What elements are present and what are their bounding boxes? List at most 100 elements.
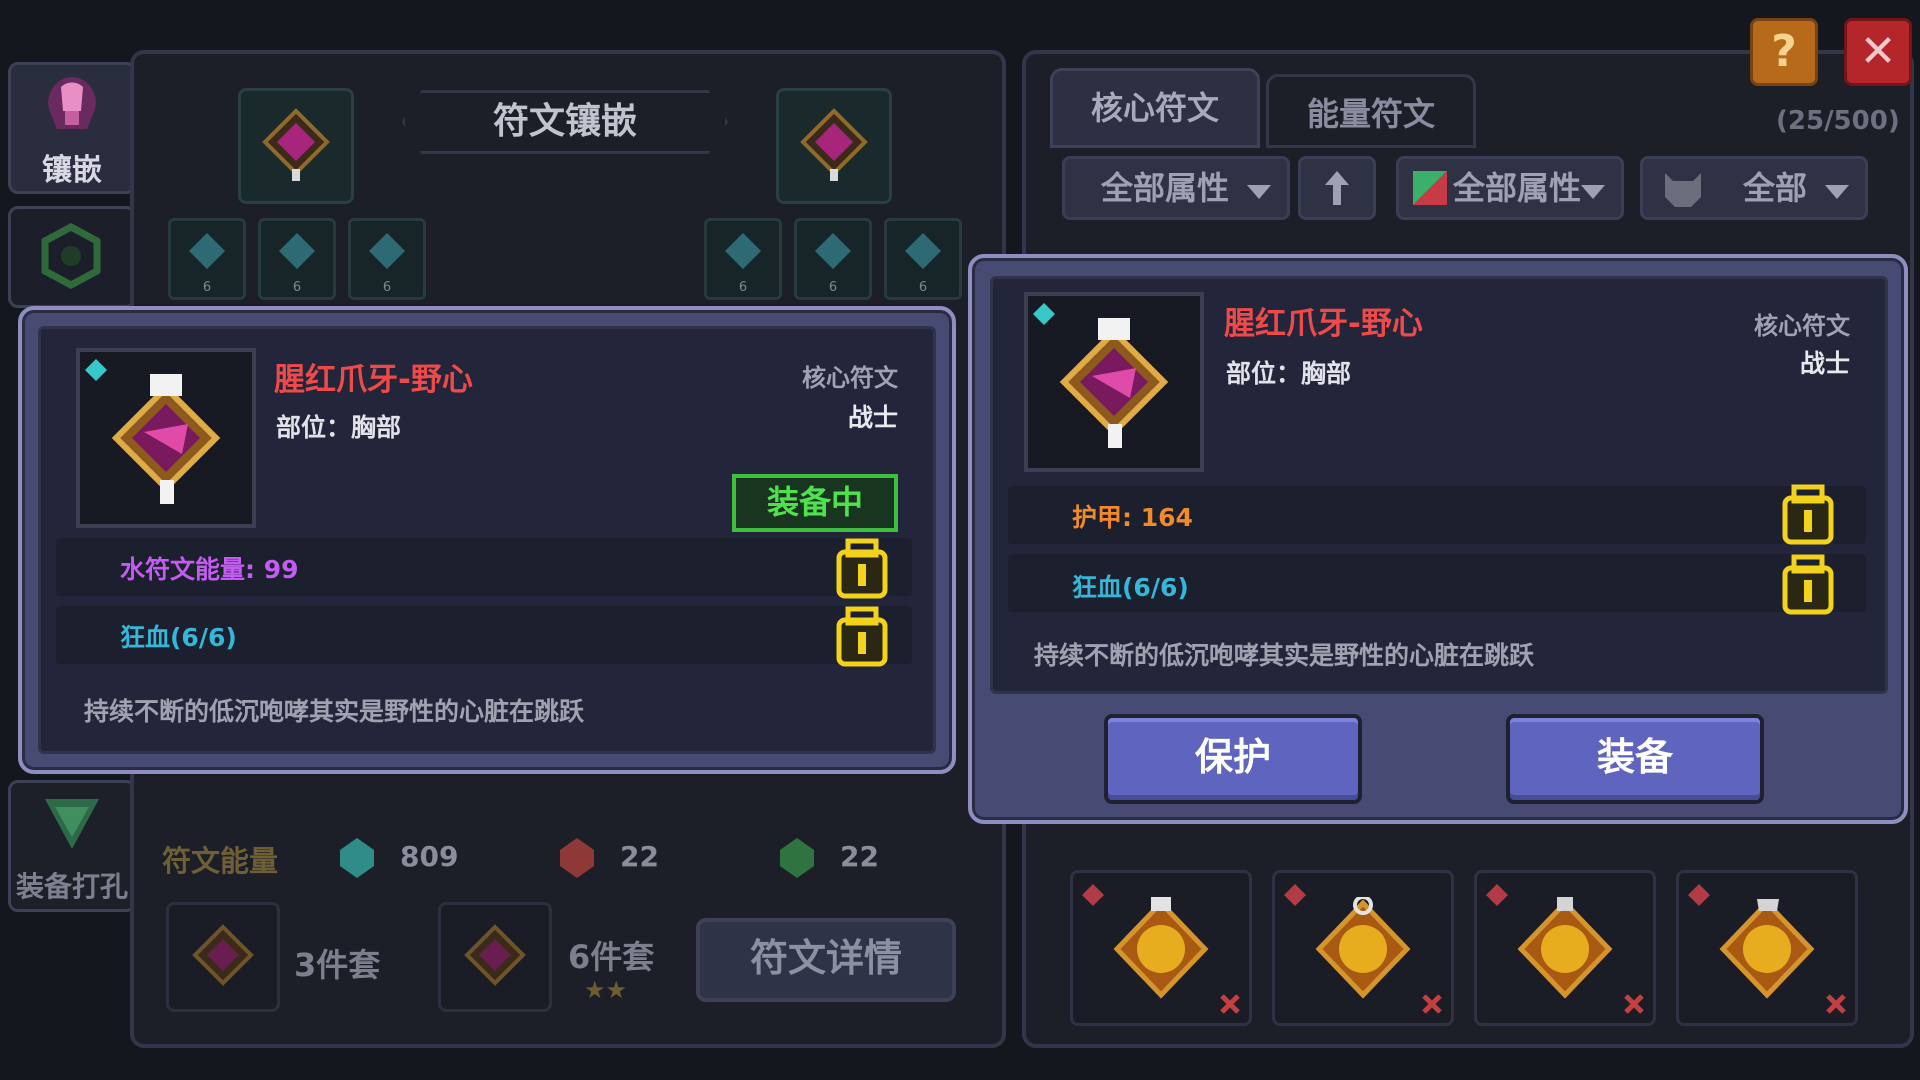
- core-rune-slot-right[interactable]: [776, 88, 892, 204]
- slot-level: 6: [292, 280, 302, 295]
- amber-rune-icon: [1517, 897, 1613, 999]
- bonus-tag-icon: [1486, 884, 1508, 906]
- chevron-down-icon: [1247, 185, 1271, 199]
- rune-type: 核心符文: [1754, 312, 1850, 340]
- remove-x-icon: [1422, 994, 1442, 1014]
- amber-rune-icon: [1719, 899, 1815, 999]
- rune-count: (25/500): [1776, 106, 1900, 136]
- up-arrow-icon: [1325, 171, 1349, 205]
- water-energy-icon: [340, 838, 374, 878]
- sidebar-tab-socket[interactable]: 装备打孔: [8, 780, 136, 912]
- filter-label: 全部: [1743, 169, 1808, 207]
- energy-rune-icon: [189, 233, 225, 269]
- rune-pot-icon: [48, 77, 96, 129]
- nature-energy-icon: [780, 838, 814, 878]
- rune-card[interactable]: [1272, 870, 1454, 1026]
- set-bonus-6-label: 6件套: [568, 938, 655, 976]
- rune-slot: 部位：胸部: [1226, 359, 1352, 388]
- class-filter-dropdown[interactable]: 全部: [1640, 156, 1868, 220]
- equipped-rune-popup: 腥红爪牙-野心 部位：胸部 核心符文 战士 装备中 水符文能量: 99 狂血(6…: [18, 306, 956, 774]
- slot-level: 6: [382, 280, 392, 295]
- fire-energy-icon: [560, 838, 594, 878]
- hex-socket-icon: [41, 223, 101, 289]
- amber-rune-icon: [1113, 897, 1209, 999]
- tab-energy-runes[interactable]: 能量符文: [1266, 74, 1476, 148]
- stat-berserk-set: 狂血(6/6): [1072, 573, 1189, 602]
- rune-gem-icon: [192, 924, 254, 986]
- energy-rune-slot[interactable]: 6: [704, 218, 782, 300]
- energy-rune-icon: [725, 233, 761, 269]
- element-filter-dropdown[interactable]: 全部属性: [1396, 156, 1624, 220]
- slot-level: 6: [828, 280, 838, 295]
- close-button[interactable]: ✕: [1844, 18, 1912, 86]
- filter-label: 全部属性: [1453, 169, 1582, 207]
- slot-level: 6: [738, 280, 748, 295]
- core-rune-slot-left[interactable]: [238, 88, 354, 204]
- rune-slot: 部位：胸部: [276, 413, 402, 442]
- stat-armor: 护甲: 164: [1072, 503, 1193, 532]
- selected-rune-popup: 腥红爪牙-野心 部位：胸部 核心符文 战士 护甲: 164 狂血(6/6) 持续…: [968, 254, 1908, 824]
- attribute-filter-dropdown[interactable]: 全部属性: [1062, 156, 1290, 220]
- rune-class: 战士: [1799, 349, 1850, 378]
- rune-card[interactable]: [1474, 870, 1656, 1026]
- lock-icon[interactable]: [1782, 484, 1834, 546]
- rune-card[interactable]: [1070, 870, 1252, 1026]
- set-bonus-6-icon[interactable]: [438, 902, 552, 1012]
- set-bonus-3-icon[interactable]: [166, 902, 280, 1012]
- helmet-icon: [1665, 173, 1701, 207]
- rune-name: 腥红爪牙-野心: [1224, 306, 1423, 342]
- crimson-fang-rune-icon: [111, 374, 221, 504]
- rune-details-button[interactable]: 符文详情: [696, 918, 956, 1002]
- energy-rune-slot[interactable]: 6: [258, 218, 336, 300]
- set-bonus-3-label: 3件套: [294, 946, 381, 984]
- sort-button[interactable]: [1298, 156, 1376, 220]
- nature-energy-value: 22: [840, 840, 879, 873]
- rune-class: 战士: [847, 403, 898, 432]
- rune-icon-frame: [76, 348, 256, 528]
- sidebar-label-socket: 装备打孔: [15, 870, 128, 903]
- slot-level: 6: [202, 280, 212, 295]
- energy-label: 符文能量: [162, 844, 279, 878]
- energy-rune-slot[interactable]: 6: [348, 218, 426, 300]
- set-bonus-6-stars: ★★: [584, 976, 628, 1004]
- energy-rune-icon: [279, 233, 315, 269]
- filter-label: 全部属性: [1101, 169, 1230, 207]
- rune-gem-icon: [464, 924, 526, 986]
- fire-energy-value: 22: [620, 840, 659, 873]
- rune-inlay-title: 符文镶嵌: [402, 90, 728, 154]
- remove-x-icon: [1220, 994, 1240, 1014]
- lock-icon[interactable]: [1782, 554, 1834, 616]
- energy-rune-slot[interactable]: 6: [884, 218, 962, 300]
- equip-button[interactable]: 装备: [1506, 714, 1764, 804]
- rune-icon-frame: [1024, 292, 1204, 472]
- rune-gem-icon: [262, 108, 330, 181]
- protect-button[interactable]: 保护: [1104, 714, 1362, 804]
- sidebar-tab-socket-tree[interactable]: [8, 206, 136, 308]
- remove-x-icon: [1826, 994, 1846, 1014]
- help-button[interactable]: ?: [1750, 18, 1818, 86]
- rune-gem-icon: [800, 108, 868, 181]
- equipped-badge: 装备中: [732, 474, 898, 532]
- energy-rune-slot[interactable]: 6: [168, 218, 246, 300]
- chevron-down-icon: [1825, 185, 1849, 199]
- energy-rune-slot[interactable]: 6: [794, 218, 872, 300]
- tab-core-runes[interactable]: 核心符文: [1050, 68, 1260, 148]
- rune-card[interactable]: [1676, 870, 1858, 1026]
- quality-gem-icon: [85, 359, 107, 381]
- crimson-fang-rune-icon: [1059, 318, 1169, 448]
- water-energy-value: 809: [400, 840, 459, 873]
- bonus-tag-icon: [1284, 884, 1306, 906]
- amber-rune-icon: [1315, 897, 1411, 999]
- energy-rune-icon: [905, 233, 941, 269]
- rune-description: 持续不断的低沉咆哮其实是野性的心脏在跳跃: [1034, 641, 1535, 670]
- rune-type: 核心符文: [802, 364, 898, 392]
- rune-name: 腥红爪牙-野心: [274, 362, 473, 398]
- sidebar-tab-inlay[interactable]: 镶嵌: [8, 62, 136, 194]
- sidebar-label-inlay: 镶嵌: [42, 153, 102, 188]
- bonus-tag-icon: [1688, 884, 1710, 906]
- lock-icon[interactable]: [836, 538, 888, 600]
- lock-icon[interactable]: [836, 606, 888, 668]
- rune-description: 持续不断的低沉咆哮其实是野性的心脏在跳跃: [84, 697, 585, 726]
- color-swatch-icon: [1413, 171, 1447, 205]
- energy-rune-icon: [815, 233, 851, 269]
